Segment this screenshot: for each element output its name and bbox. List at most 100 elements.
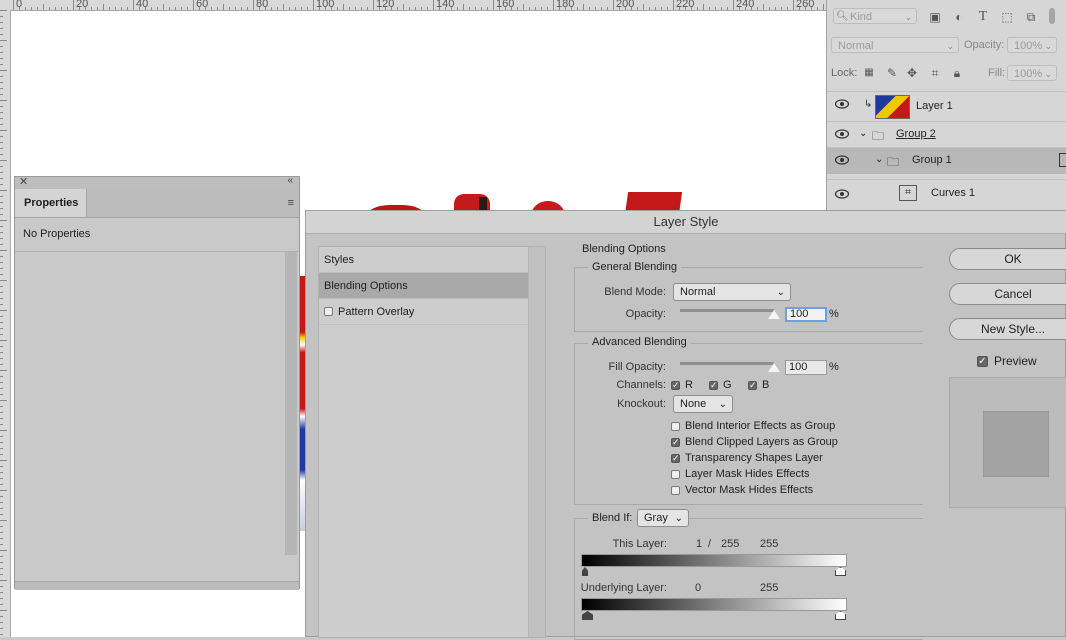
vertical-ruler[interactable]	[0, 10, 11, 637]
layer-opacity-field[interactable]: 100% ⌄	[1007, 37, 1057, 53]
channels-label: Channels:	[616, 379, 666, 391]
scrollbar[interactable]	[528, 247, 545, 637]
advanced-option-checkbox[interactable]: ✓	[671, 454, 680, 463]
chevron-down-icon[interactable]: ⌄	[859, 128, 867, 139]
ruler-minor-tick	[367, 7, 368, 10]
ruler-minor-tick	[691, 7, 692, 10]
ruler-minor-tick	[229, 7, 230, 10]
lock-transparent-icon[interactable]: ▦	[862, 66, 876, 80]
panel-menu-icon[interactable]: ≡	[288, 197, 294, 209]
fill-opacity-input[interactable]: 100	[785, 360, 827, 375]
pixel-layer-filter-icon[interactable]: ▣	[928, 10, 942, 24]
lock-move-icon[interactable]: ✥	[905, 66, 919, 80]
visibility-eye-icon[interactable]	[835, 129, 849, 139]
lock-artboard-icon[interactable]: ⌗	[928, 66, 942, 80]
ruler-minor-tick	[0, 514, 3, 515]
chevron-down-icon: ⌄	[1044, 41, 1052, 51]
advanced-option-checkbox[interactable]	[671, 486, 680, 495]
blend-mode-select[interactable]: Normal ⌄	[673, 283, 791, 301]
layer-fill-field[interactable]: 100% ⌄	[1007, 65, 1057, 81]
ruler-minor-tick	[0, 166, 3, 167]
advanced-option-checkbox[interactable]: ✓	[671, 438, 680, 447]
adjustment-layer-filter-icon[interactable]: ◐	[952, 10, 966, 24]
ruler-minor-tick	[0, 28, 3, 29]
lock-all-icon[interactable]: 🔒︎	[950, 66, 964, 80]
preview-checkbox[interactable]: ✓	[977, 356, 988, 367]
pattern-overlay-checkbox[interactable]	[324, 307, 333, 316]
chevron-down-icon: ⌄	[1044, 69, 1052, 79]
new-style-button[interactable]: New Style...	[949, 318, 1066, 340]
blend-if-select[interactable]: Gray ⌄	[637, 509, 689, 527]
fill-opacity-slider[interactable]	[680, 362, 774, 365]
ruler-minor-tick	[535, 7, 536, 10]
ruler-minor-tick	[121, 7, 122, 10]
ruler-minor-tick	[0, 526, 3, 527]
ruler-minor-tick	[97, 7, 98, 10]
ruler-minor-tick	[697, 7, 698, 10]
layer-blend-mode-select[interactable]: Normal ⌄	[831, 37, 959, 53]
ruler-minor-tick	[0, 214, 3, 215]
ruler-minor-tick	[0, 388, 3, 389]
ruler-minor-tick	[0, 622, 3, 623]
ok-button[interactable]: OK	[949, 248, 1066, 270]
ruler-minor-tick	[0, 196, 3, 197]
chevron-down-icon[interactable]: ⌄	[875, 154, 883, 165]
ruler-minor-tick	[0, 394, 3, 395]
chevron-down-icon: ⌄	[718, 399, 727, 410]
opacity-input[interactable]: 100	[785, 307, 827, 322]
ruler-minor-tick	[289, 7, 290, 10]
ruler-major-tick	[673, 0, 674, 10]
ruler-minor-tick	[0, 304, 3, 305]
horizontal-ruler[interactable]: 0 20 40 60 80 100 120 140 160 180 200 220 240 260	[0, 0, 826, 11]
visibility-eye-icon[interactable]	[835, 189, 849, 199]
fill-opacity-slider-thumb[interactable]	[768, 363, 780, 372]
opacity-slider[interactable]	[680, 309, 774, 312]
filter-toggle-switch[interactable]	[1049, 8, 1055, 24]
opacity-slider-thumb[interactable]	[768, 310, 780, 319]
this-layer-gradient-bar[interactable]	[581, 554, 847, 567]
close-icon[interactable]: ✕	[19, 175, 28, 188]
collapse-icon[interactable]: «	[287, 175, 293, 186]
ruler-minor-tick	[43, 4, 44, 10]
visibility-eye-icon[interactable]	[835, 155, 849, 165]
ruler-minor-tick	[85, 7, 86, 10]
ruler-minor-tick	[0, 520, 7, 521]
channel-g-checkbox[interactable]: ✓	[709, 381, 718, 390]
ruler-minor-tick	[217, 7, 218, 10]
group-legend: General Blending	[588, 261, 682, 273]
layer-row[interactable]: ⌗ Curves 1	[827, 179, 1066, 211]
ruler-minor-tick	[247, 7, 248, 10]
lock-paint-icon[interactable]: ✎	[885, 66, 899, 80]
scrollbar[interactable]	[285, 252, 297, 555]
channel-b-checkbox[interactable]: ✓	[748, 381, 757, 390]
layer-row[interactable]: ⌄ 🗀 Group 2	[827, 121, 1066, 148]
ruler-minor-tick	[625, 7, 626, 10]
section-title: Blending Options	[582, 243, 666, 255]
ruler-minor-tick	[709, 7, 710, 10]
knockout-select[interactable]: None ⌄	[673, 395, 733, 413]
dialog-title[interactable]: Layer Style	[306, 211, 1066, 234]
ruler-minor-tick	[175, 7, 176, 10]
properties-body: No Properties	[15, 218, 299, 588]
tab-properties[interactable]: Properties	[15, 189, 87, 217]
advanced-option-checkbox[interactable]	[671, 422, 680, 431]
style-item-blending-options[interactable]: Blending Options	[319, 273, 529, 299]
cancel-button[interactable]: Cancel	[949, 283, 1066, 305]
styles-header[interactable]: Styles	[319, 247, 529, 273]
ruler-minor-tick	[589, 7, 590, 10]
channel-r-checkbox[interactable]: ✓	[671, 381, 680, 390]
ruler-minor-tick	[235, 7, 236, 10]
style-item-pattern-overlay[interactable]: Pattern Overlay	[319, 299, 529, 325]
layer-row[interactable]: ⌄ 🗀 Group 1	[827, 147, 1066, 174]
underlying-layer-gradient-bar[interactable]	[581, 598, 847, 611]
type-layer-filter-icon[interactable]: T	[976, 10, 990, 24]
layers-filter-bar: Kind ⌄ 🔍︎ ▣ ◐ T ⬚ ⧉	[827, 0, 1066, 34]
ruler-minor-tick	[0, 442, 3, 443]
smart-object-filter-icon[interactable]: ⧉	[1024, 10, 1038, 24]
shape-layer-filter-icon[interactable]: ⬚	[1000, 10, 1014, 24]
resize-handle[interactable]	[15, 581, 299, 590]
layer-row[interactable]: ↳ Layer 1	[827, 91, 1066, 120]
advanced-option-checkbox[interactable]	[671, 470, 680, 479]
ruler-minor-tick	[0, 382, 3, 383]
visibility-eye-icon[interactable]	[835, 99, 849, 109]
